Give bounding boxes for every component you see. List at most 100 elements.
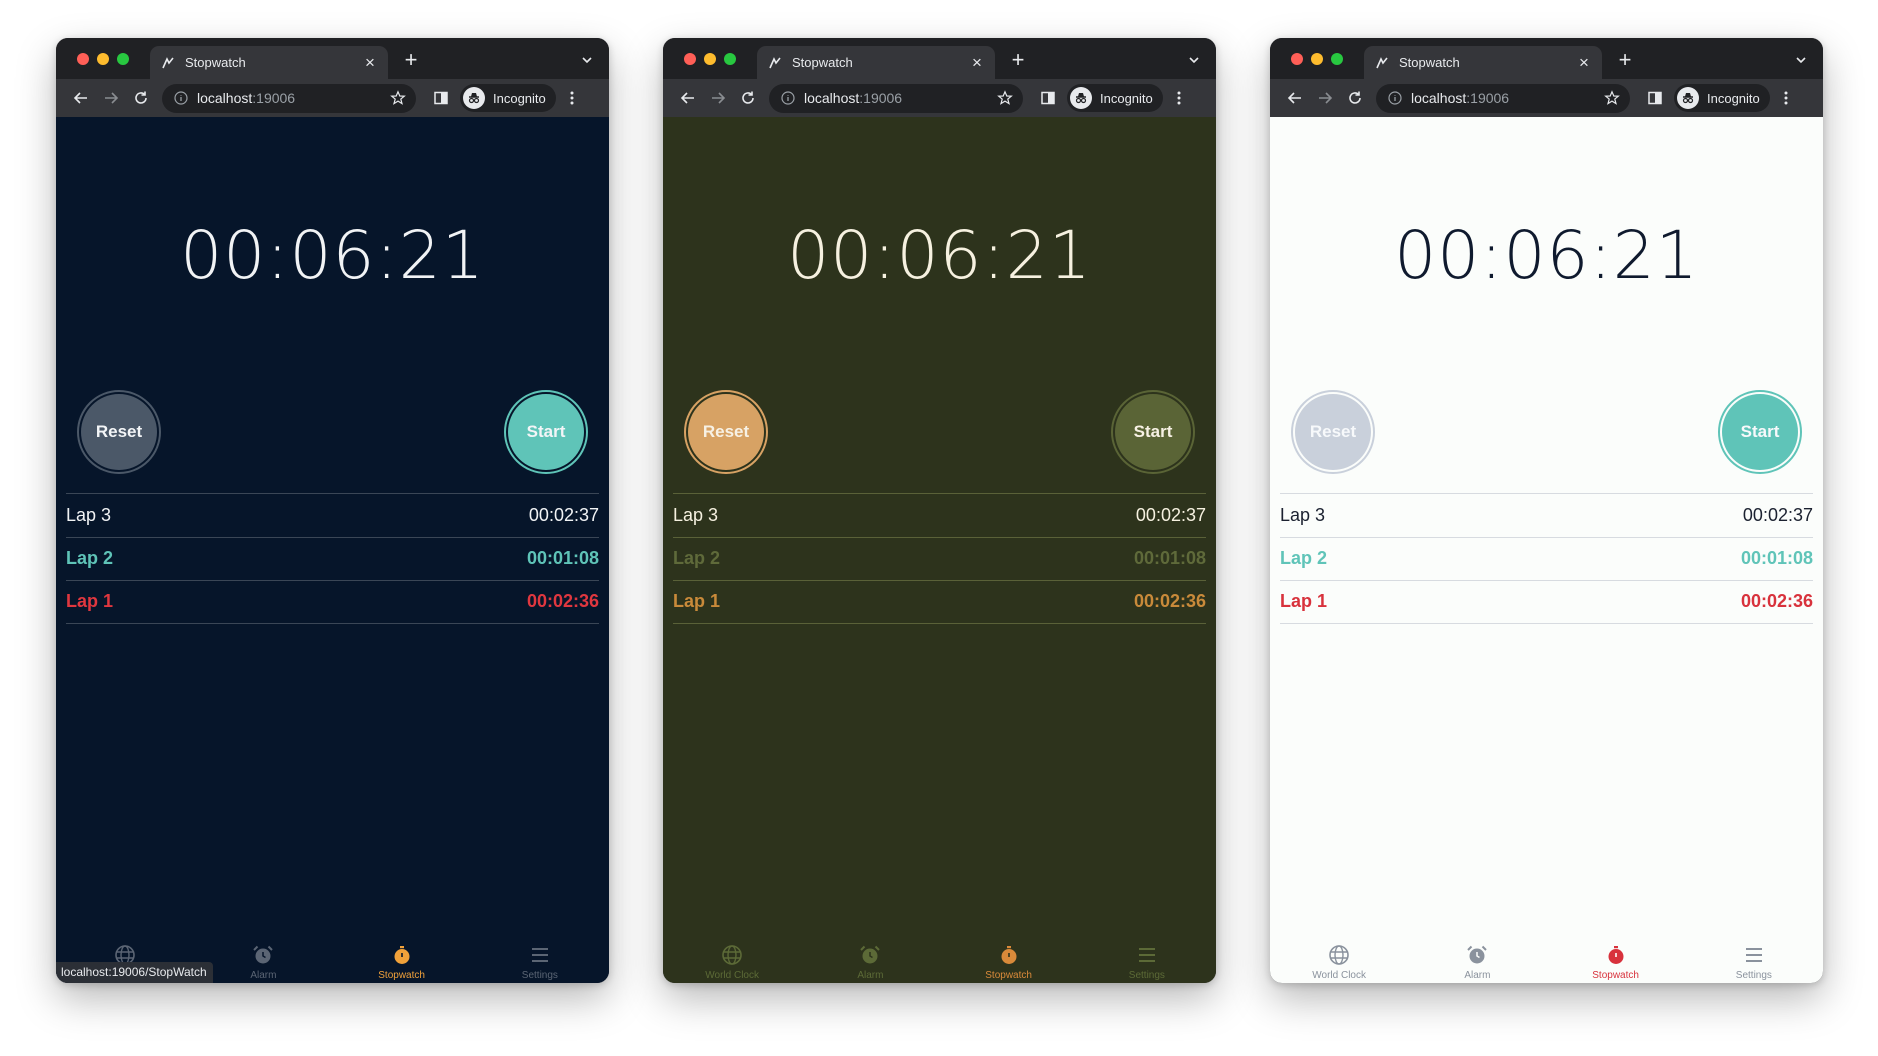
nav-label: World Clock bbox=[1312, 970, 1366, 981]
lap-time: 00:02:37 bbox=[528, 504, 599, 525]
nav-tab-settings[interactable]: Settings bbox=[1685, 929, 1823, 983]
reset-label: Reset bbox=[81, 394, 157, 470]
lap-name: Lap 2 bbox=[66, 548, 114, 569]
start-button[interactable]: Start bbox=[1718, 390, 1802, 474]
maximize-window-button[interactable] bbox=[117, 53, 129, 65]
bookmark-star-icon[interactable] bbox=[997, 90, 1013, 106]
bookmark-star-icon[interactable] bbox=[1604, 90, 1620, 106]
laps-list: Lap 3 00:02:37 Lap 2 00:01:08 Lap 1 00:02:3… bbox=[1280, 493, 1813, 624]
window-controls bbox=[684, 53, 736, 65]
new-tab-plus-icon[interactable]: + bbox=[1007, 49, 1029, 71]
url-host: localhost bbox=[197, 90, 253, 106]
browser-menu-kebab-icon[interactable] bbox=[1167, 84, 1191, 112]
nav-tab-stopwatch[interactable]: Stopwatch bbox=[1547, 929, 1685, 983]
url-host: localhost bbox=[804, 90, 860, 106]
reset-button[interactable]: Reset bbox=[684, 390, 768, 474]
minimize-window-button[interactable] bbox=[704, 53, 716, 65]
address-bar[interactable]: localhost:19006 bbox=[1376, 83, 1630, 113]
tab-bar: Stopwatch × + bbox=[1270, 38, 1823, 79]
tab-search-chevron-icon[interactable] bbox=[1186, 52, 1202, 68]
tab-close-icon[interactable]: × bbox=[1576, 53, 1592, 73]
site-info-icon[interactable] bbox=[174, 91, 188, 105]
incognito-profile-button[interactable]: Incognito bbox=[1674, 84, 1770, 112]
reload-icon[interactable] bbox=[126, 83, 156, 113]
nav-tab-world-clock[interactable]: World Clock bbox=[663, 929, 801, 983]
nav-label: Settings bbox=[1735, 970, 1772, 981]
nav-tab-settings[interactable]: Settings bbox=[471, 929, 609, 983]
tab-search-chevron-icon[interactable] bbox=[579, 52, 595, 68]
lap-time: 00:01:08 bbox=[1740, 548, 1813, 569]
nav-tab-stopwatch[interactable]: Stopwatch bbox=[940, 929, 1078, 983]
reload-icon[interactable] bbox=[1340, 83, 1370, 113]
nav-label: Settings bbox=[521, 970, 558, 981]
start-label: Start bbox=[1722, 394, 1798, 470]
tab-close-icon[interactable]: × bbox=[362, 53, 378, 73]
browser-toolbar: localhost:19006 Incognito bbox=[663, 79, 1216, 117]
nav-tab-world-clock[interactable]: World Clock bbox=[1270, 929, 1408, 983]
lap-time: 00:02:36 bbox=[1740, 591, 1813, 612]
nav-tab-alarm[interactable]: Alarm bbox=[1408, 929, 1546, 983]
start-button[interactable]: Start bbox=[504, 390, 588, 474]
new-tab-plus-icon[interactable]: + bbox=[400, 49, 422, 71]
lap-time: 00:02:36 bbox=[1133, 591, 1206, 612]
nav-label: Stopwatch bbox=[985, 970, 1032, 981]
incognito-profile-button[interactable]: Incognito bbox=[460, 84, 556, 112]
browser-tab[interactable]: Stopwatch × bbox=[757, 46, 995, 79]
close-window-button[interactable] bbox=[684, 53, 696, 65]
side-panel-icon[interactable] bbox=[1640, 83, 1670, 113]
minimize-window-button[interactable] bbox=[97, 53, 109, 65]
maximize-window-button[interactable] bbox=[1331, 53, 1343, 65]
back-arrow-icon[interactable] bbox=[66, 83, 96, 113]
stopwatch-time-display: 00:06:21 bbox=[1394, 217, 1699, 294]
window-controls bbox=[77, 53, 129, 65]
browser-menu-kebab-icon[interactable] bbox=[1774, 84, 1798, 112]
bottom-tab-bar: World Clock Alarm Stopwatch bbox=[1270, 929, 1823, 983]
url-port: :19006 bbox=[252, 90, 296, 106]
stopwatch-app: 00:06:21 Reset Start Lap 3 00:02:37 Lap 2… bbox=[56, 117, 609, 983]
start-button[interactable]: Start bbox=[1111, 390, 1195, 474]
site-info-icon[interactable] bbox=[781, 91, 795, 105]
incognito-icon bbox=[463, 87, 485, 109]
lap-name: Lap 1 bbox=[673, 591, 721, 612]
tab-search-chevron-icon[interactable] bbox=[1793, 52, 1809, 68]
address-bar[interactable]: localhost:19006 bbox=[162, 83, 416, 113]
reset-button[interactable]: Reset bbox=[77, 390, 161, 474]
lap-row-worst: Lap 1 00:02:36 bbox=[673, 580, 1206, 624]
bookmark-star-icon[interactable] bbox=[390, 90, 406, 106]
address-bar[interactable]: localhost:19006 bbox=[769, 83, 1023, 113]
side-panel-icon[interactable] bbox=[1033, 83, 1063, 113]
site-info-icon[interactable] bbox=[1388, 91, 1402, 105]
incognito-profile-button[interactable]: Incognito bbox=[1067, 84, 1163, 112]
forward-arrow-icon[interactable] bbox=[96, 83, 126, 113]
forward-arrow-icon[interactable] bbox=[703, 83, 733, 113]
start-label: Start bbox=[508, 394, 584, 470]
forward-arrow-icon[interactable] bbox=[1310, 83, 1340, 113]
nav-tab-alarm[interactable]: Alarm bbox=[194, 929, 332, 983]
back-arrow-icon[interactable] bbox=[1280, 83, 1310, 113]
start-label: Start bbox=[1115, 394, 1191, 470]
lap-name: Lap 1 bbox=[1280, 591, 1328, 612]
reset-button[interactable]: Reset bbox=[1291, 390, 1375, 474]
browser-tab[interactable]: Stopwatch × bbox=[150, 46, 388, 79]
lap-time: 00:01:08 bbox=[526, 548, 599, 569]
reload-icon[interactable] bbox=[733, 83, 763, 113]
close-window-button[interactable] bbox=[1291, 53, 1303, 65]
tab-bar: Stopwatch × + bbox=[663, 38, 1216, 79]
nav-label: Alarm bbox=[1464, 970, 1491, 981]
tab-close-icon[interactable]: × bbox=[969, 53, 985, 73]
lap-time: 00:02:36 bbox=[526, 591, 599, 612]
nav-tab-alarm[interactable]: Alarm bbox=[801, 929, 939, 983]
nav-tab-settings[interactable]: Settings bbox=[1078, 929, 1216, 983]
alarm-clock-icon bbox=[1465, 943, 1489, 967]
maximize-window-button[interactable] bbox=[724, 53, 736, 65]
close-window-button[interactable] bbox=[77, 53, 89, 65]
side-panel-icon[interactable] bbox=[426, 83, 456, 113]
nav-tab-stopwatch[interactable]: Stopwatch bbox=[333, 929, 471, 983]
new-tab-plus-icon[interactable]: + bbox=[1614, 49, 1636, 71]
back-arrow-icon[interactable] bbox=[673, 83, 703, 113]
tab-title: Stopwatch bbox=[792, 55, 853, 70]
browser-menu-kebab-icon[interactable] bbox=[560, 84, 584, 112]
minimize-window-button[interactable] bbox=[1311, 53, 1323, 65]
url-port: :19006 bbox=[859, 90, 903, 106]
browser-tab[interactable]: Stopwatch × bbox=[1364, 46, 1602, 79]
